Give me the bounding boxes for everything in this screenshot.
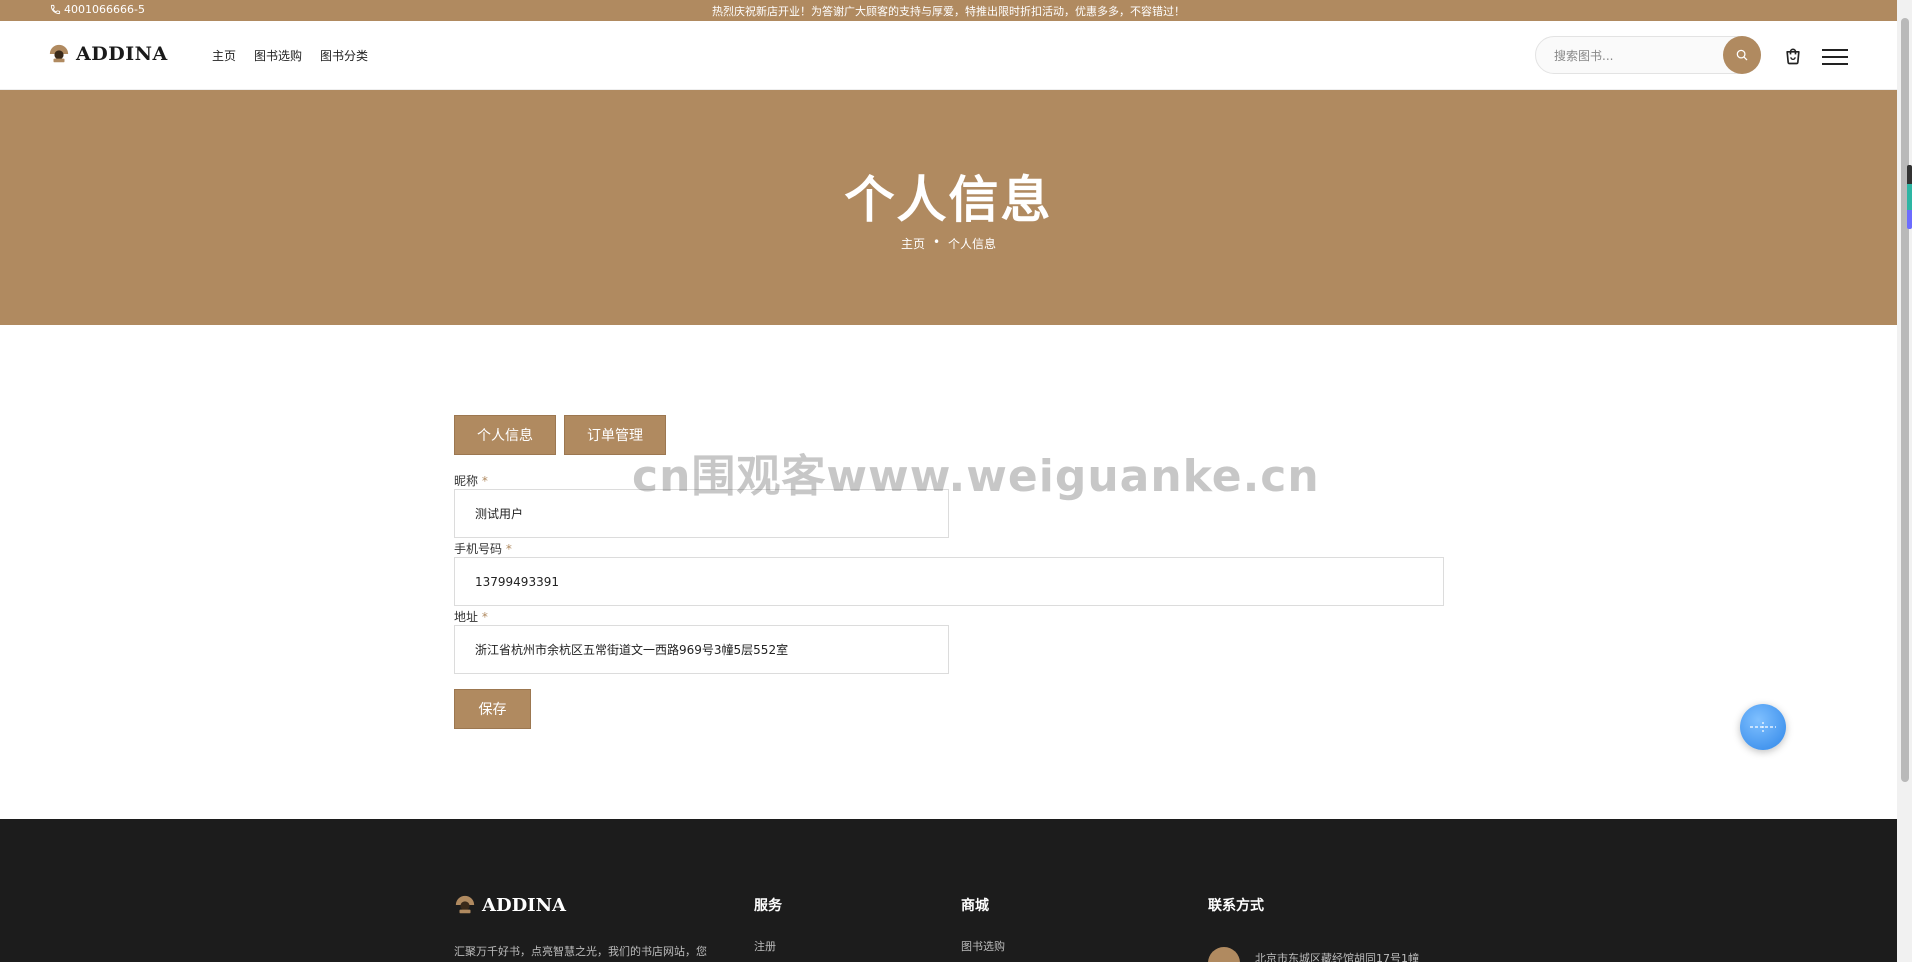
footer-services-title: 服务 [754, 898, 782, 914]
floating-assistant-button[interactable] [1740, 704, 1786, 750]
topbar-notice: 热烈庆祝新店开业！为答谢广大顾客的支持与厚爱，特推出限时折扣活动，优惠多多，不容… [712, 5, 1185, 18]
watermark: cn围观客www.weiguanke.cn [632, 451, 1320, 502]
breadcrumb-home[interactable]: 主页 [901, 235, 925, 252]
breadcrumb-separator: • [932, 235, 941, 249]
save-button[interactable]: 保存 [454, 689, 531, 729]
location-icon [1208, 947, 1240, 962]
site-header: ADDINA 主页 图书选购 图书分类 [0, 21, 1897, 90]
site-footer: ADDINA 汇聚万千好书，点亮智慧之光，我们的书店网站，您 服务 注册 商城 … [0, 819, 1897, 962]
nickname-label-text: 昵称 [454, 474, 479, 488]
tab-profile[interactable]: 个人信息 [454, 415, 556, 455]
assistant-icon [1750, 722, 1776, 732]
logo-icon [49, 44, 69, 63]
footer-store-title: 商城 [961, 898, 989, 914]
nav-book-shopping[interactable]: 图书选购 [254, 47, 302, 64]
nickname-label: 昵称 * [454, 472, 488, 489]
footer-logo-text: ADDINA [482, 894, 567, 916]
footer-logo[interactable]: ADDINA [454, 894, 566, 916]
logo-text: ADDINA [76, 43, 168, 65]
footer-contact-title: 联系方式 [1208, 898, 1264, 914]
site-logo[interactable]: ADDINA [48, 43, 168, 65]
nav-home[interactable]: 主页 [212, 47, 236, 64]
phone-label-text: 手机号码 [454, 542, 503, 556]
page: 4001066666-5 热烈庆祝新店开业！为答谢广大顾客的支持与厚爱，特推出限… [0, 0, 1897, 962]
main-nav: 主页 图书选购 图书分类 [212, 47, 368, 64]
phone-label: 手机号码 * [454, 540, 512, 557]
announcement-bar: 4001066666-5 热烈庆祝新店开业！为答谢广大顾客的支持与厚爱，特推出限… [0, 0, 1897, 21]
breadcrumb: 主页 • 个人信息 [0, 235, 1897, 252]
search-icon [1736, 49, 1748, 61]
required-mark: * [481, 610, 488, 624]
footer-link-register[interactable]: 注册 [754, 938, 776, 954]
breadcrumb-current: 个人信息 [948, 237, 997, 251]
logo-icon [455, 895, 475, 914]
address-label: 地址 * [454, 608, 488, 625]
footer-address: 北京市东城区藏经馆胡同17号1幢 [1255, 952, 1419, 962]
search-input[interactable] [1554, 47, 1714, 65]
address-field[interactable] [454, 625, 949, 674]
cart-icon[interactable] [1783, 46, 1803, 66]
footer-link-book-shopping[interactable]: 图书选购 [961, 938, 1005, 954]
address-label-text: 地址 [454, 610, 479, 624]
scrollbar-marker [1907, 165, 1912, 229]
phone-field[interactable] [454, 557, 1444, 606]
search-box [1535, 36, 1761, 74]
footer-description: 汇聚万千好书，点亮智慧之光，我们的书店网站，您 [454, 945, 707, 958]
menu-icon[interactable] [1822, 48, 1848, 66]
search-button[interactable] [1723, 36, 1761, 74]
scrollbar-thumb[interactable] [1901, 18, 1909, 782]
nav-book-categories[interactable]: 图书分类 [320, 47, 368, 64]
page-hero: 个人信息 主页 • 个人信息 [0, 90, 1897, 325]
required-mark: * [481, 474, 488, 488]
page-title: 个人信息 [844, 171, 1053, 229]
required-mark: * [505, 542, 512, 556]
page-scrollbar[interactable] [1897, 0, 1912, 962]
